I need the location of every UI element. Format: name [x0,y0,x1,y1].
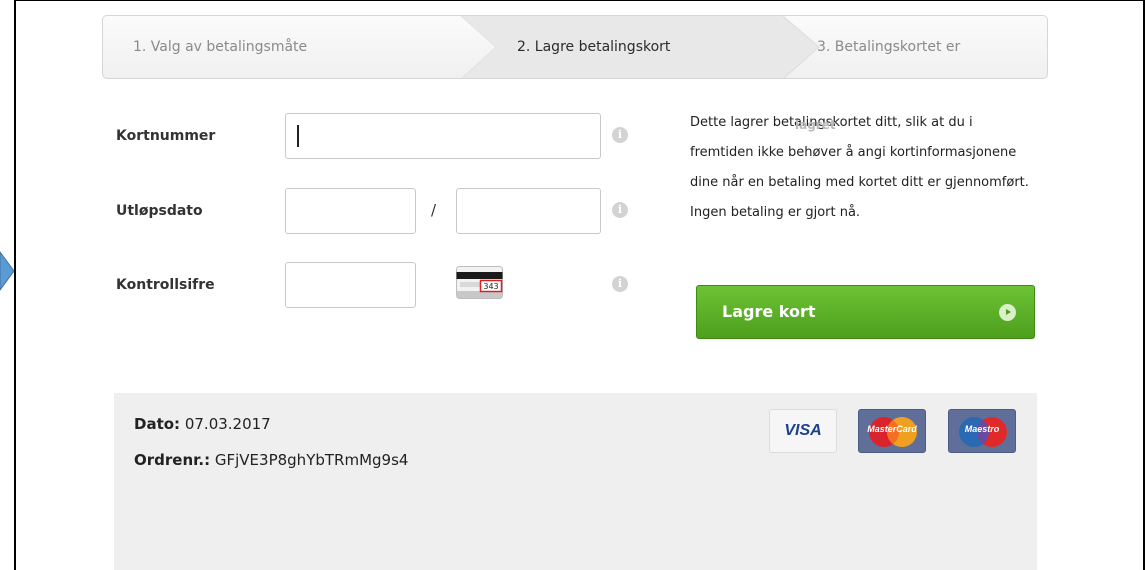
card-number-input[interactable] [285,113,601,159]
mastercard-logo-text: MasterCard [867,424,917,434]
ghost-step-text: lagret [795,118,836,132]
mastercard-logo: MasterCard [858,409,926,453]
arrow-right-icon [999,304,1016,321]
expiry-label: Utløpsdato [116,203,203,219]
order-number-label: Ordrenr.: [134,451,211,469]
cvc-info-icon[interactable]: i [612,276,628,292]
cvc-example-text: 343 [483,282,498,291]
side-arrow-icon [0,251,15,291]
save-card-button[interactable]: Lagre kort [696,285,1035,339]
order-date: Dato: 07.03.2017 [134,415,271,433]
step-1: 1. Valg av betalingsmåte [133,39,308,55]
expiry-info-icon[interactable]: i [612,202,628,218]
cvc-card-icon: 343 [456,266,504,304]
maestro-logo-text: Maestro [964,424,1000,434]
cvc-input[interactable] [285,262,416,308]
save-card-button-label: Lagre kort [722,302,816,321]
expiry-month-input[interactable] [285,188,416,234]
maestro-logo: Maestro [948,409,1016,453]
visa-logo: VISA [769,409,837,453]
order-number-value: GFjVE3P8ghYbTRmMg9s4 [214,451,409,469]
step-2-active: 2. Lagre betalingskort [517,39,671,55]
card-number-label: Kortnummer [116,128,216,144]
save-card-description: Dette lagrer betalingskortet ditt, slik … [690,115,1029,220]
order-number: Ordrenr.: GFjVE3P8ghYbTRmMg9s4 [134,451,408,469]
order-info-panel: Dato: 07.03.2017 Ordrenr.: GFjVE3P8ghYbT… [114,393,1037,570]
order-date-value: 07.03.2017 [184,415,271,433]
cvc-label: Kontrollsifre [116,277,215,293]
expiry-separator: / [431,201,437,219]
order-date-label: Dato: [134,415,181,433]
card-number-info-icon[interactable]: i [612,127,628,143]
step-3: 3. Betalingskortet er [817,39,961,55]
expiry-year-input[interactable] [456,188,601,234]
text-caret [297,125,299,147]
checkout-steps: 1. Valg av betalingsmåte 2. Lagre betali… [102,15,1048,79]
